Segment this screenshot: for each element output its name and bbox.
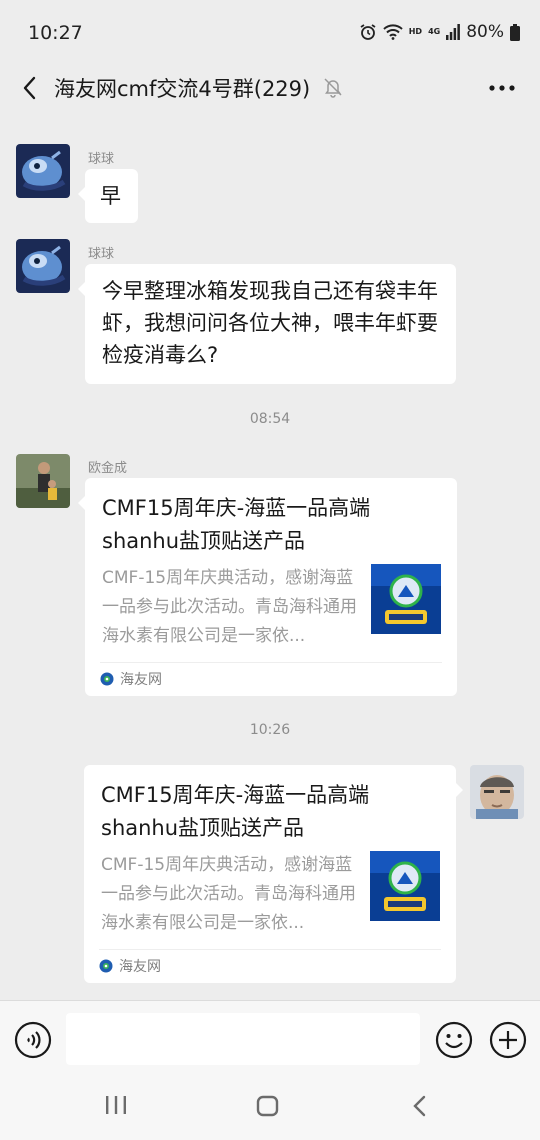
card-divider [99,949,441,950]
more-dots-icon [489,85,515,91]
sender-name: 球球 [88,152,115,167]
alarm-icon [359,23,377,41]
hd-label: HD [408,27,423,36]
emoji-icon [435,1021,473,1059]
avatar-self[interactable] [470,765,524,819]
card-description: CMF-15周年庆典活动，感谢海蓝一品参与此次活动。青岛海科通用海水素有限公司是… [102,568,357,646]
source-logo-icon [100,672,114,686]
home-icon [256,1095,279,1117]
sender-name: 欧金成 [88,461,128,476]
chat-title: 海友网cmf交流4号群(229) [54,77,311,101]
card-thumbnail [370,851,440,921]
card-description: CMF-15周年庆典活动，感谢海蓝一品参与此次活动。青岛海科通用海水素有限公司是… [101,855,356,933]
card-thumbnail [371,564,441,634]
input-bar [0,1000,540,1079]
card-source: 海友网 [99,956,161,976]
back-arrow-icon [23,76,36,100]
timestamp: 10:26 [249,722,291,738]
system-back-button[interactable] [410,1094,430,1122]
message-bubble[interactable]: 早 [78,169,138,223]
card-divider [100,662,442,663]
message-input[interactable] [66,1013,420,1065]
sender-name: 球球 [88,247,115,262]
message-text: 早 [100,184,121,208]
link-card[interactable]: CMF15周年庆-海蓝一品高端shanhu盐顶贴送产品 CMF-15周年庆典活动… [78,478,457,696]
voice-icon [14,1021,52,1059]
more-button[interactable] [482,74,522,102]
network-label: 4G [428,27,441,36]
signal-icon [446,24,461,40]
emoji-button[interactable] [435,1021,473,1063]
avatar[interactable] [16,454,70,508]
card-title: CMF15周年庆-海蓝一品高端shanhu盐顶贴送产品 [102,496,371,553]
chat-header: 海友网cmf交流4号群(229) [0,66,540,110]
voice-button[interactable] [14,1021,52,1063]
bell-off-icon [322,76,344,102]
message-list[interactable]: 球球 早 球球 今早整理冰箱发现我自己还有袋丰年虾，我想问问各位大神，喂丰年虾要… [0,126,540,1000]
status-bar: 10:27 HD 4G 80% [0,0,540,66]
avatar[interactable] [16,239,70,293]
recent-apps-button[interactable] [104,1094,128,1120]
system-nav-bar [0,1078,540,1140]
avatar[interactable] [16,144,70,198]
link-card[interactable]: CMF15周年庆-海蓝一品高端shanhu盐顶贴送产品 CMF-15周年庆典活动… [84,765,463,983]
wifi-icon [383,24,403,40]
system-back-icon [413,1095,426,1117]
recent-apps-icon [106,1096,126,1114]
battery-percent: 80% [466,22,504,42]
status-time: 10:27 [28,22,83,44]
battery-icon [510,23,520,41]
back-button[interactable] [14,72,44,104]
home-button[interactable] [256,1094,280,1122]
card-source-name: 海友网 [119,959,161,975]
message-text: 今早整理冰箱发现我自己还有袋丰年虾，我想问问各位大神，喂丰年虾要检疫消毒么? [102,279,438,367]
plus-icon [489,1021,527,1059]
message-bubble[interactable]: 今早整理冰箱发现我自己还有袋丰年虾，我想问问各位大神，喂丰年虾要检疫消毒么? [78,264,456,384]
plus-button[interactable] [489,1021,527,1063]
card-source: 海友网 [100,669,162,689]
status-icons: HD 4G 80% [359,22,520,42]
timestamp: 08:54 [249,411,291,427]
card-title: CMF15周年庆-海蓝一品高端shanhu盐顶贴送产品 [101,783,370,840]
card-source-name: 海友网 [120,672,162,688]
source-logo-icon [99,959,113,973]
